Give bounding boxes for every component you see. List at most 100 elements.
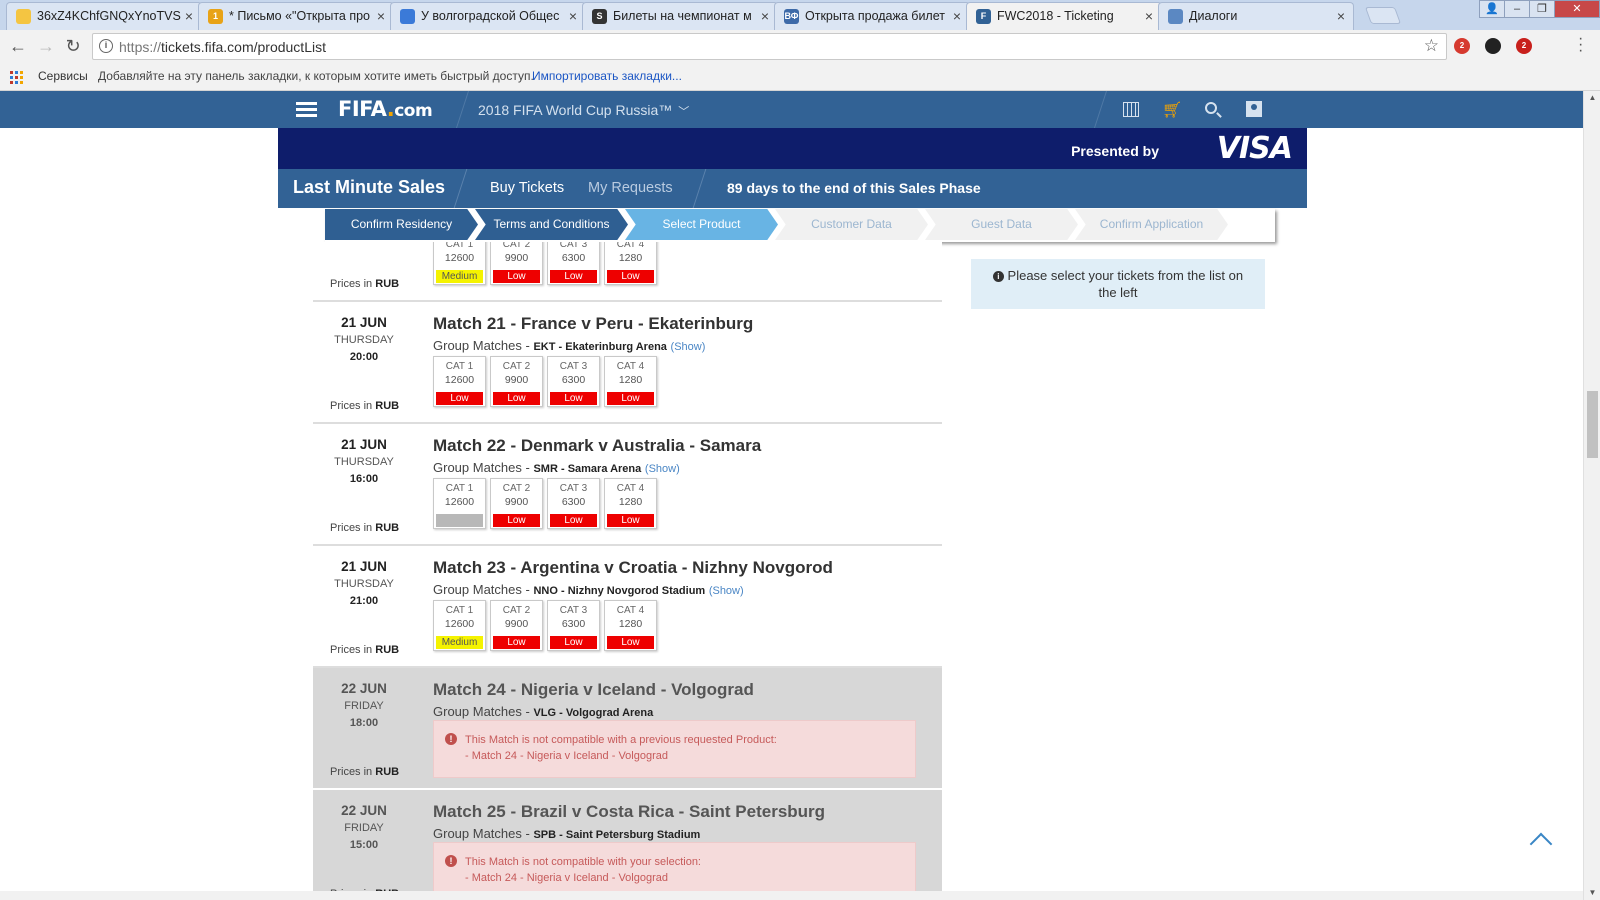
event-selector[interactable]: 2018 FIFA World Cup Russia™ ﹀ xyxy=(478,102,689,119)
hamburger-menu-icon[interactable] xyxy=(296,102,317,117)
prices-label: Prices in xyxy=(330,766,373,778)
category-price: 12600 xyxy=(444,618,475,630)
buy-tickets-link[interactable]: Buy Tickets xyxy=(490,180,564,196)
tab-close-icon[interactable]: × xyxy=(377,3,385,29)
ticket-category-button[interactable]: CAT 2 9900 Low xyxy=(490,356,543,407)
ticket-category-button[interactable]: CAT 3 6300 Low xyxy=(547,478,600,529)
match-subtitle: Group Matches - EKT - Ekaterinburg Arena… xyxy=(433,338,705,353)
browser-tab[interactable]: S Билеты на чемпионат м × xyxy=(582,2,778,30)
browser-tab[interactable]: У волгоградской Общес × xyxy=(390,2,586,30)
ticket-category-button[interactable]: CAT 1 12600 xyxy=(433,478,486,529)
ticket-category-button[interactable]: CAT 1 12600 Medium xyxy=(433,242,486,285)
category-price: 9900 xyxy=(504,374,529,386)
ticket-category-button[interactable]: CAT 4 1280 Low xyxy=(604,242,657,285)
scroll-down-icon[interactable]: ▼ xyxy=(1584,888,1600,897)
ticket-category-button[interactable]: CAT 4 1280 Low xyxy=(604,356,657,407)
tab-close-icon[interactable]: × xyxy=(1337,3,1345,29)
match-venue: EKT - Ekaterinburg Arena xyxy=(533,341,667,353)
cart-icon[interactable]: 🛒︎ xyxy=(1162,100,1182,120)
ticket-category-button[interactable]: CAT 3 6300 Low xyxy=(547,242,600,285)
new-tab-button[interactable] xyxy=(1364,7,1402,24)
step-confirm-residency[interactable]: Confirm Residency xyxy=(325,209,478,240)
reload-icon[interactable]: ↻ xyxy=(63,36,83,57)
bookmarks-hint: Добавляйте на эту панель закладки, к кот… xyxy=(98,69,534,83)
adblock-ext-icon[interactable]: 2 xyxy=(1516,38,1532,54)
ticket-category-button[interactable]: CAT 3 6300 Low xyxy=(547,600,600,651)
ticket-category-button[interactable]: CAT 1 12600 Medium xyxy=(433,600,486,651)
browser-tab[interactable]: 1 * Письмо «"Открыта про × xyxy=(198,2,394,30)
browser-menu-icon[interactable]: · · · xyxy=(1578,31,1583,59)
site-info-icon[interactable]: i xyxy=(99,39,113,53)
match-day: 21 JUN xyxy=(341,559,387,574)
ticket-category-button[interactable]: CAT 4 1280 Low xyxy=(604,478,657,529)
visa-logo: VISA xyxy=(1216,131,1293,166)
search-icon[interactable] xyxy=(1203,100,1223,120)
ticket-category-button[interactable]: CAT 1 12600 Low xyxy=(433,356,486,407)
tab-close-icon[interactable]: × xyxy=(185,3,193,29)
tab-close-icon[interactable]: × xyxy=(1145,3,1153,29)
horizontal-scrollbar[interactable] xyxy=(0,891,1583,900)
browser-tab[interactable]: ВФ Открыта продажа билет × xyxy=(774,2,970,30)
ticket-category-button[interactable]: CAT 2 9900 Low xyxy=(490,600,543,651)
apps-grid-icon[interactable] xyxy=(10,71,23,84)
sales-nav: Last Minute Sales Buy Tickets My Request… xyxy=(278,169,1307,208)
show-venue-link[interactable]: (Show) xyxy=(671,341,706,353)
browser-tab[interactable]: 36xZ4KChfGNQxYnoTVS × xyxy=(6,2,202,30)
tab-title: Билеты на чемпионат м xyxy=(613,9,752,23)
profile-icon[interactable]: 👤 xyxy=(1479,0,1505,18)
match-venue: SMR - Samara Arena xyxy=(533,463,642,475)
step-guest-data: Guest Data xyxy=(925,209,1078,240)
browser-tab[interactable]: Диалоги × xyxy=(1158,2,1354,30)
venue-code: VLG xyxy=(533,707,557,719)
show-venue-link[interactable]: (Show) xyxy=(645,463,680,475)
tab-close-icon[interactable]: × xyxy=(953,3,961,29)
show-venue-link[interactable]: (Show) xyxy=(709,585,744,597)
prices-in-label: Prices in RUB xyxy=(330,400,399,412)
match-group: Group Matches - xyxy=(433,826,530,841)
forward-arrow-icon[interactable]: → xyxy=(36,36,56,57)
venue-code: NNO xyxy=(533,585,558,597)
match-subtitle: Group Matches - NNO - Nizhny Novgorod St… xyxy=(433,582,744,597)
vertical-scrollbar[interactable]: ▲ ▼ xyxy=(1583,91,1600,900)
alert-icon: ! xyxy=(445,733,457,745)
window-controls: 👤 – ❐ ✕ xyxy=(1479,0,1600,18)
opera-ext-icon[interactable]: 2 xyxy=(1454,38,1470,54)
category-price: 1280 xyxy=(618,374,643,386)
tab-favicon-icon: F xyxy=(976,9,991,24)
currency-code: RUB xyxy=(375,644,400,656)
tab-favicon-icon: 1 xyxy=(208,9,223,24)
browser-tab-strip: 36xZ4KChfGNQxYnoTVS × 1 * Письмо «"Открыта … xyxy=(0,0,1600,31)
scrollbar-thumb[interactable] xyxy=(1587,391,1598,458)
import-bookmarks-link[interactable]: Импортировать закладки... xyxy=(532,63,682,89)
availability-badge: Low xyxy=(493,270,540,283)
address-bar[interactable]: i https://tickets.fifa.com/productList ☆ xyxy=(92,33,1447,60)
scroll-up-icon[interactable]: ▲ xyxy=(1584,93,1600,102)
step-select-product[interactable]: Select Product xyxy=(625,209,778,240)
venue-code: EKT xyxy=(533,341,556,353)
match-group: Group Matches - xyxy=(433,338,530,353)
maximize-button[interactable]: ❐ xyxy=(1529,0,1555,18)
bookmark-star-icon[interactable]: ☆ xyxy=(1424,36,1439,56)
category-name: CAT 4 xyxy=(616,361,645,372)
back-arrow-icon[interactable]: ← xyxy=(8,36,28,57)
ticket-category-button[interactable]: CAT 3 6300 Low xyxy=(547,356,600,407)
account-icon[interactable] xyxy=(1244,100,1264,120)
browser-tab[interactable]: F FWC2018 - Ticketing × xyxy=(966,2,1162,31)
category-name: CAT 2 xyxy=(502,242,531,250)
services-bookmark[interactable]: Сервисы xyxy=(38,63,88,89)
tab-close-icon[interactable]: × xyxy=(761,3,769,29)
minimize-button[interactable]: – xyxy=(1504,0,1530,18)
calendar-icon[interactable] xyxy=(1121,100,1141,120)
ticket-category-button[interactable]: CAT 4 1280 Low xyxy=(604,600,657,651)
back-to-top-button[interactable] xyxy=(1505,803,1583,900)
prices-label: Prices in xyxy=(330,644,373,656)
ticket-category-button[interactable]: CAT 2 9900 Low xyxy=(490,478,543,529)
fifa-logo[interactable]: FIFA.com xyxy=(338,97,433,121)
step-terms-and-conditions[interactable]: Terms and Conditions xyxy=(475,209,628,240)
window-close-button[interactable]: ✕ xyxy=(1554,0,1600,18)
tab-close-icon[interactable]: × xyxy=(569,3,577,29)
my-requests-link[interactable]: My Requests xyxy=(588,180,673,196)
flash-ext-icon[interactable] xyxy=(1485,38,1501,54)
ticket-category-button[interactable]: CAT 2 9900 Low xyxy=(490,242,543,285)
match-time: 20:00 xyxy=(349,351,379,363)
